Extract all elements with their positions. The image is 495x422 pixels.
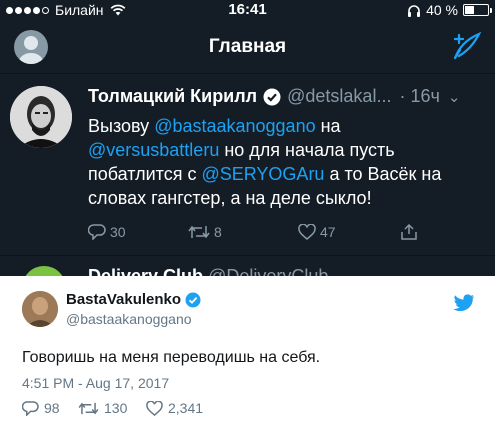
share-button[interactable]	[400, 224, 418, 240]
compose-tweet-icon[interactable]	[451, 30, 483, 62]
tweet-text-part: на	[315, 116, 341, 136]
next-tweet-author-handle[interactable]: @DeliveryClub	[208, 266, 328, 276]
like-icon	[298, 224, 316, 240]
embed-retweet-count: 130	[104, 400, 128, 416]
mention-link[interactable]: @bastaakanoggano	[154, 116, 315, 136]
next-tweet-card[interactable]: Delivery Club @DeliveryClub	[0, 258, 495, 276]
status-right: 40 %	[407, 2, 492, 18]
next-tweet-avatar[interactable]	[22, 266, 66, 276]
retweet-icon	[78, 402, 99, 414]
embed-author-handle[interactable]: @bastaakanoggano	[66, 311, 192, 327]
embed-author-line: BastaVakulenko	[66, 291, 201, 308]
retweet-count: 8	[214, 224, 222, 240]
verified-icon	[185, 292, 201, 307]
reply-icon	[88, 224, 106, 240]
next-tweet-author-name[interactable]: Delivery Club	[88, 266, 203, 276]
headphones-icon	[408, 4, 421, 17]
tweet-text: Вызову @bastaakanoggano на @versusbattler…	[88, 114, 483, 210]
battery-percent: 40 %	[426, 2, 458, 18]
status-bar: Билайн 16:41 40 %	[0, 0, 495, 20]
next-tweet-header: Delivery Club @DeliveryClub	[88, 266, 328, 276]
embed-reply-button[interactable]: 98	[22, 400, 60, 416]
mention-link[interactable]: @versusbattleru	[88, 140, 219, 160]
like-button[interactable]: 47	[298, 224, 336, 240]
page-title: Главная	[208, 36, 287, 57]
tweet-actions: 30 8 47	[88, 224, 428, 244]
nav-bar: Главная	[0, 22, 495, 74]
tweet-author-name[interactable]: Толмацкий Кирилл	[88, 86, 257, 107]
embed-retweet-button[interactable]: 130	[78, 400, 127, 416]
twitter-bird-icon[interactable]	[453, 294, 475, 312]
tweet-author-handle[interactable]: @detslakal...	[287, 86, 391, 107]
share-icon	[401, 224, 417, 240]
tweet-card[interactable]: Толмацкий Кирилл @detslakal... · 16ч ⌄ В…	[0, 76, 495, 256]
reply-button[interactable]: 30	[88, 224, 126, 240]
embed-tweet-date[interactable]: 4:51 PM - Aug 17, 2017	[22, 375, 169, 391]
reply-count: 30	[110, 224, 126, 240]
embedded-tweet[interactable]: BastaVakulenko @bastaakanoggano Говоришь…	[0, 276, 495, 422]
mention-link[interactable]: @SERYOGAru	[201, 164, 324, 184]
embed-author-portrait	[22, 291, 58, 327]
tweet-header: Толмацкий Кирилл @detslakal... · 16ч ⌄	[88, 86, 487, 107]
battery-icon	[463, 4, 492, 16]
reply-icon	[22, 400, 39, 416]
twitter-app-screenshot: Билайн 16:41 40 % Главная Толмацкий Кири…	[0, 0, 495, 276]
embed-author-name[interactable]: BastaVakulenko	[66, 291, 181, 308]
tweet-time: · 16ч	[399, 86, 440, 106]
retweet-icon	[188, 225, 210, 239]
tweet-author-avatar[interactable]	[10, 86, 72, 148]
embed-like-count: 2,341	[168, 400, 204, 416]
embed-tweet-text: Говоришь на меня переводишь на себя.	[22, 349, 321, 366]
like-icon	[146, 400, 163, 416]
embed-author-avatar[interactable]	[22, 291, 58, 327]
verified-icon	[263, 88, 281, 105]
author-portrait	[10, 86, 72, 148]
embed-like-button[interactable]: 2,341	[146, 400, 203, 416]
battery-fill	[465, 6, 474, 14]
chevron-down-icon[interactable]: ⌄	[448, 88, 461, 106]
embed-actions: 98 130 2,341	[22, 400, 322, 418]
tweet-text-part: Вызову	[88, 116, 155, 136]
like-count: 47	[320, 224, 336, 240]
retweet-button[interactable]: 8	[188, 224, 222, 240]
embed-reply-count: 98	[44, 400, 60, 416]
